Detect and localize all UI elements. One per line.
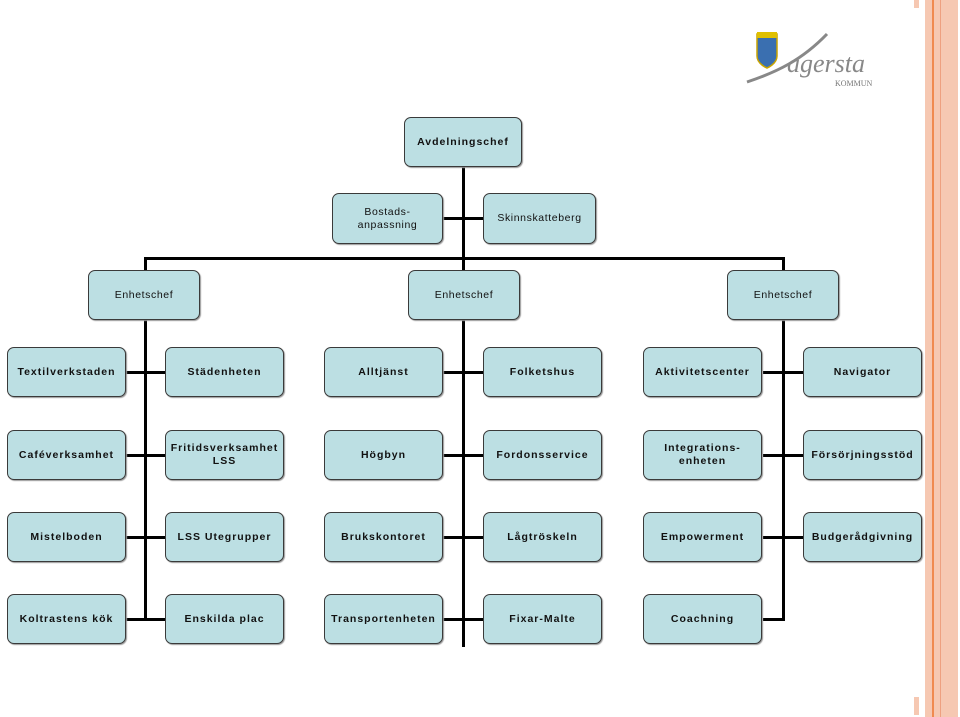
box-unit: Lågtröskeln: [483, 512, 602, 562]
connector-line: [782, 257, 785, 270]
box-unit: Budgerådgivning: [803, 512, 922, 562]
box-unit: Fritidsverksamhet LSS: [165, 430, 284, 480]
connector-line: [144, 257, 147, 270]
box-unit: Städenheten: [165, 347, 284, 397]
box-unit: Brukskontoret: [324, 512, 443, 562]
box-enhetschef: Enhetschef: [88, 270, 200, 320]
box-enhetschef: Enhetschef: [408, 270, 520, 320]
connector-line: [763, 371, 803, 374]
connector-line: [462, 167, 465, 647]
box-unit: Alltjänst: [324, 347, 443, 397]
box-unit: Enskilda plac: [165, 594, 284, 644]
decor-stripe-line: [940, 0, 941, 717]
connector-line: [144, 257, 785, 260]
box-unit: Fixar-Malte: [483, 594, 602, 644]
box-enhetschef: Enhetschef: [727, 270, 839, 320]
box-unit: Koltrastens kök: [7, 594, 126, 644]
connector-line: [443, 536, 483, 539]
connector-line: [125, 371, 165, 374]
box-skinnskatteberg: Skinnskatteberg: [483, 193, 596, 244]
decor-mark: [914, 0, 919, 8]
box-unit: Coachning: [643, 594, 762, 644]
connector-line: [763, 454, 803, 457]
box-unit: Textilverkstaden: [7, 347, 126, 397]
box-unit: Empowerment: [643, 512, 762, 562]
decor-stripe: [925, 0, 958, 717]
connector-line: [125, 618, 165, 621]
box-unit: Integrations- enheten: [643, 430, 762, 480]
box-unit: Mistelboden: [7, 512, 126, 562]
connector-line: [763, 618, 785, 621]
box-unit: Högbyn: [324, 430, 443, 480]
box-unit: Aktivitetscenter: [643, 347, 762, 397]
box-unit: Fordonsservice: [483, 430, 602, 480]
fagersta-logo: agersta KOMMUN: [746, 32, 873, 88]
connector-line: [125, 454, 165, 457]
box-unit: Navigator: [803, 347, 922, 397]
connector-line: [443, 217, 483, 220]
logo-text: agersta: [787, 49, 865, 78]
box-unit: LSS Utegrupper: [165, 512, 284, 562]
logo-sub: KOMMUN: [835, 79, 873, 88]
box-unit: Caféverksamhet: [7, 430, 126, 480]
connector-line: [763, 536, 803, 539]
connector-line: [443, 618, 483, 621]
box-avdelningschef: Avdelningschef: [404, 117, 522, 167]
connector-line: [125, 536, 165, 539]
box-unit: Folketshus: [483, 347, 602, 397]
decor-stripe-line: [932, 0, 934, 717]
box-unit: Transportenheten: [324, 594, 443, 644]
connector-line: [443, 454, 483, 457]
connector-line: [443, 371, 483, 374]
box-bostadsanpassning: Bostads- anpassning: [332, 193, 443, 244]
box-unit: Försörjningsstöd: [803, 430, 922, 480]
decor-mark: [914, 697, 919, 715]
